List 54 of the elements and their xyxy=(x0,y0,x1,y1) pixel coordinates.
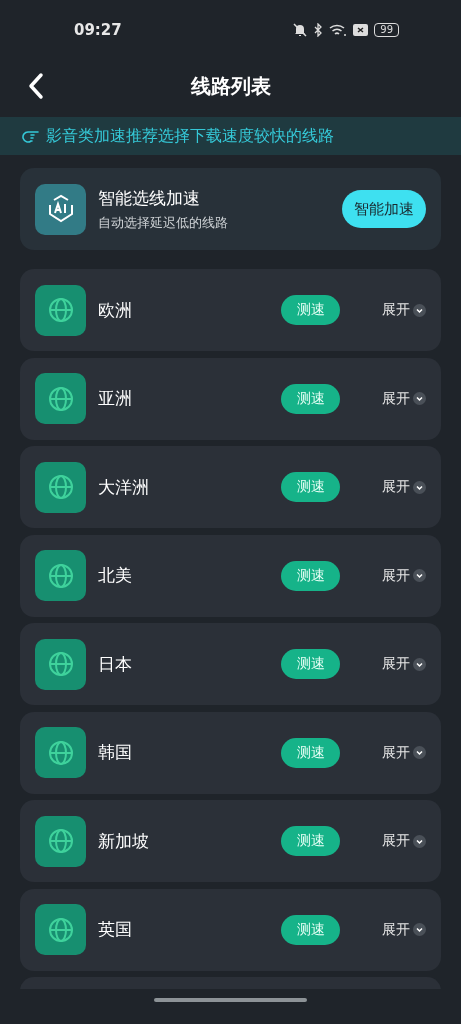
pointing-hand-icon xyxy=(22,128,40,144)
battery-level: 99 xyxy=(374,23,399,37)
chevron-down-icon xyxy=(413,657,426,671)
route-card[interactable]: 英国 测速 展开 xyxy=(20,888,441,971)
globe-icon xyxy=(35,550,86,601)
chevron-down-icon xyxy=(413,569,426,582)
status-time: 09:27 xyxy=(74,21,122,39)
ai-icon xyxy=(35,183,86,235)
route-card[interactable]: 亚洲 测速 展开 xyxy=(20,357,441,440)
expand-button[interactable]: 展开 xyxy=(382,743,426,762)
chevron-down-icon xyxy=(413,923,426,936)
route-name: 英国 xyxy=(98,918,133,941)
globe-icon xyxy=(35,461,86,513)
chevron-down-icon xyxy=(413,480,426,494)
globe-icon xyxy=(35,904,86,955)
expand-button[interactable]: 展开 xyxy=(382,920,426,939)
globe-icon xyxy=(35,638,86,690)
globe-icon xyxy=(35,727,86,778)
route-name: 北美 xyxy=(98,564,133,587)
chevron-down-icon xyxy=(413,303,426,317)
globe-icon xyxy=(35,284,86,336)
smart-accelerate-button[interactable]: 智能加速 xyxy=(342,190,426,228)
smart-title: 智能选线加速 xyxy=(98,186,201,210)
tip-text: 影音类加速推荐选择下载速度较快的线路 xyxy=(46,125,334,147)
route-card[interactable]: 欧洲 测速 展开 xyxy=(20,269,441,351)
globe-icon xyxy=(35,815,86,867)
page-title: 线路列表 xyxy=(190,72,271,100)
route-card[interactable]: 日本 测速 展开 xyxy=(20,623,441,705)
route-card[interactable]: 北美 测速 展开 xyxy=(20,534,441,617)
route-card[interactable]: 韩国 测速 展开 xyxy=(20,711,441,794)
expand-button[interactable]: 展开 xyxy=(382,301,426,319)
route-card[interactable]: 大洋洲 测速 展开 xyxy=(20,446,441,528)
chevron-down-icon xyxy=(413,834,426,848)
chevron-down-icon xyxy=(413,392,426,405)
route-card[interactable]: 新加坡 测速 展开 xyxy=(20,800,441,882)
expand-button[interactable]: 展开 xyxy=(382,655,426,673)
route-name: 韩国 xyxy=(98,741,133,764)
back-button[interactable] xyxy=(26,71,46,101)
expand-button[interactable]: 展开 xyxy=(382,832,426,850)
expand-button[interactable]: 展开 xyxy=(382,478,426,496)
globe-icon xyxy=(35,373,86,424)
route-name: 大洋洲 xyxy=(98,475,150,499)
expand-button[interactable]: 展开 xyxy=(382,566,426,585)
smart-subtitle: 自动选择延迟低的线路 xyxy=(98,213,229,232)
route-name: 亚洲 xyxy=(98,387,133,410)
expand-button[interactable]: 展开 xyxy=(382,389,426,408)
route-name: 日本 xyxy=(98,652,133,676)
wifi-icon xyxy=(329,23,348,37)
chevron-down-icon xyxy=(413,746,426,759)
muted-bell-icon xyxy=(292,23,309,37)
route-name: 新加坡 xyxy=(98,829,150,853)
sim-icon xyxy=(353,24,369,36)
bluetooth-icon xyxy=(314,23,324,37)
route-name: 欧洲 xyxy=(98,298,133,322)
